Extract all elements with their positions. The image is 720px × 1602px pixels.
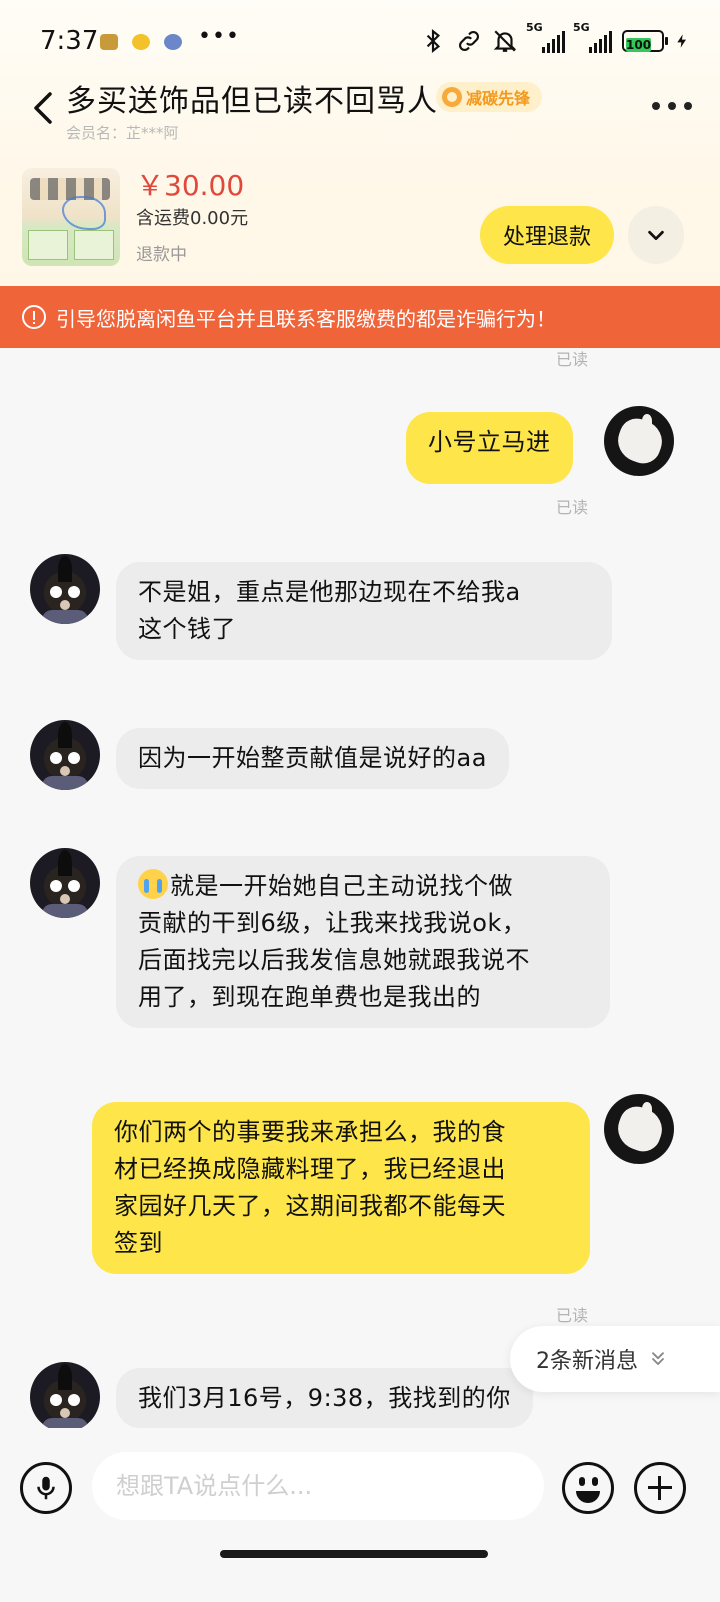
message-line: 你们两个的事要我来承担么，我的食: [114, 1118, 506, 1146]
new-messages-button[interactable]: 2条新消息: [510, 1326, 720, 1392]
network-label: 5G: [573, 21, 590, 34]
notification-icon: [164, 34, 182, 50]
signal-icon: 5G: [573, 21, 612, 53]
shipping-info: 含运费0.00元: [136, 208, 249, 229]
message-line: 材已经换成隐藏料理了，我已经退出: [114, 1155, 506, 1183]
network-label: 5G: [526, 21, 543, 34]
message-line: 用了，到现在跑单费也是我出的: [138, 983, 481, 1011]
more-notifications-icon: •••: [198, 24, 240, 49]
notification-icon: [132, 34, 150, 50]
contact-avatar[interactable]: [30, 554, 100, 624]
leaf-icon: [442, 87, 462, 107]
new-messages-label: 2条新消息: [536, 1349, 638, 1374]
notification-icon: [100, 34, 118, 50]
self-avatar[interactable]: [604, 1094, 674, 1164]
charging-icon: [677, 34, 686, 48]
badge[interactable]: 减碳先锋: [436, 82, 543, 112]
read-receipt: 已读: [556, 498, 589, 517]
link-icon: [459, 31, 479, 51]
product-thumbnail[interactable]: [22, 168, 120, 266]
chevron-down-icon: [648, 230, 664, 241]
message-text: 小号立马进: [428, 428, 551, 456]
self-avatar[interactable]: [604, 406, 674, 476]
message-line: 后面找完以后我发信息她就跟我说不: [138, 946, 530, 974]
message-text: 因为一开始整贡献值是说好的aa: [138, 744, 487, 772]
read-receipt: 已读: [556, 1306, 589, 1325]
message-line: 签到: [114, 1229, 163, 1257]
input-bar: [0, 1428, 720, 1602]
member-name: 会员名：芷***阿: [66, 124, 179, 142]
contact-avatar[interactable]: [30, 1362, 100, 1432]
message-line: 贡献的干到6级，让我来找我说ok，: [138, 909, 527, 937]
chevron-left-icon: [34, 92, 52, 124]
message-input[interactable]: [92, 1452, 544, 1520]
message-bubble-other[interactable]: 我们3月16号，9:38，我找到的你: [116, 1368, 533, 1428]
product-price: ￥30.00: [136, 169, 245, 202]
alert-icon: [22, 305, 46, 329]
message-text: 我们3月16号，9:38，我找到的你: [138, 1384, 511, 1412]
chat-title: 多买送饰品但已读不回骂人: [66, 84, 438, 119]
status-bar: 7:37 ••• 5G 5G 100: [0, 0, 720, 86]
process-refund-button[interactable]: 处理退款: [480, 206, 614, 264]
read-receipt: 已读: [556, 350, 589, 369]
contact-avatar[interactable]: [30, 720, 100, 790]
fraud-warning-banner: 引导您脱离闲鱼平台并且联系客服缴费的都是诈骗行为！: [0, 286, 720, 348]
double-chevron-down-icon: [652, 1352, 664, 1365]
refund-status: 退款中: [136, 245, 187, 265]
badge-label: 减碳先锋: [466, 89, 531, 108]
voice-input-button[interactable]: [20, 1462, 72, 1514]
more-button[interactable]: [652, 96, 692, 116]
status-time: 7:37: [40, 26, 99, 56]
battery-level: 100: [626, 38, 652, 52]
bluetooth-icon: [426, 28, 441, 54]
message-line: 这个钱了: [138, 615, 236, 643]
add-attachment-button[interactable]: [634, 1462, 686, 1514]
message-bubble-other[interactable]: 就是一开始她自己主动说找个做 贡献的干到6级，让我来找我说ok， 后面找完以后我…: [116, 856, 610, 1028]
microphone-icon: [37, 1476, 55, 1500]
back-button[interactable]: [26, 86, 62, 130]
message-line: 不是姐，重点是他那边现在不给我a: [138, 578, 521, 606]
message-text: 就是一开始她自己主动说找个做: [170, 872, 513, 900]
message-bubble-self[interactable]: 你们两个的事要我来承担么，我的食 材已经换成隐藏料理了，我已经退出 家园好几天了…: [92, 1102, 590, 1274]
mute-bell-icon: [493, 30, 517, 52]
message-bubble-self[interactable]: 小号立马进: [406, 412, 573, 484]
message-bubble-other[interactable]: 因为一开始整贡献值是说好的aa: [116, 728, 509, 789]
emoji-button[interactable]: [562, 1462, 614, 1514]
message-bubble-other[interactable]: 不是姐，重点是他那边现在不给我a 这个钱了: [116, 562, 612, 660]
contact-avatar[interactable]: [30, 848, 100, 918]
signal-icon: 5G: [526, 21, 565, 53]
battery-icon: 100: [622, 30, 668, 52]
expand-button[interactable]: [628, 206, 684, 264]
warning-text: 引导您脱离闲鱼平台并且联系客服缴费的都是诈骗行为！: [56, 306, 556, 331]
crying-emoji-icon: [138, 869, 168, 899]
home-indicator[interactable]: [220, 1550, 488, 1558]
message-line: 家园好几天了，这期间我都不能每天: [114, 1192, 506, 1220]
message-line: 就是一开始她自己主动说找个做: [138, 868, 588, 905]
